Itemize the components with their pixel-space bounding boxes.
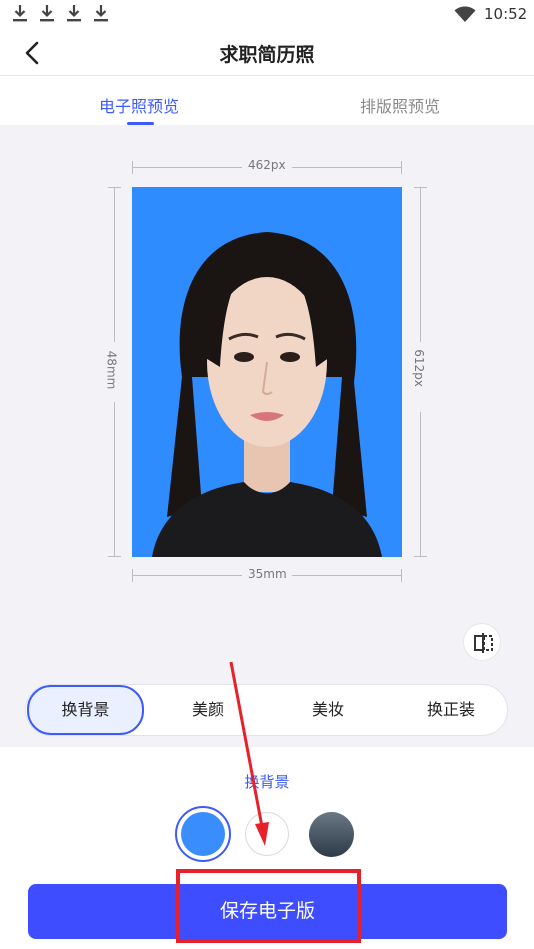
download-icon [40, 5, 54, 22]
tab-formal-wear[interactable]: 换正装 [411, 685, 491, 735]
dimension-tick [132, 161, 133, 174]
id-photo [132, 187, 402, 557]
dimension-tick [414, 187, 427, 188]
dimension-tick [401, 161, 402, 174]
download-icon [94, 5, 108, 22]
app-header: 求职简历照 [0, 30, 534, 76]
dimension-line [114, 402, 115, 557]
tab-change-background[interactable]: 换背景 [27, 685, 144, 735]
dimension-line [292, 167, 402, 168]
compare-button[interactable] [463, 623, 501, 661]
height-mm-label: 48mm [104, 350, 119, 390]
dimension-tick [108, 556, 121, 557]
page-title: 求职简历照 [219, 44, 315, 66]
download-icon [13, 5, 27, 22]
height-px-label: 612px [411, 349, 426, 387]
dimension-tick [401, 569, 402, 582]
portrait-illustration [152, 232, 382, 557]
dimension-tick [108, 187, 121, 188]
dimension-tick [132, 569, 133, 582]
width-mm-label: 35mm [248, 567, 287, 581]
dimension-tick [414, 556, 427, 557]
notification-icons [12, 4, 109, 24]
panel-title: 换背景 [244, 773, 290, 791]
wifi-icon [454, 6, 476, 22]
width-px-label: 462px [248, 158, 286, 172]
background-swatch-gradient[interactable] [309, 812, 354, 857]
photo-preview-area: 462px 35mm 48mm 612px 换背景 美颜 美妆 换正装 [0, 125, 534, 747]
download-icon [67, 5, 81, 22]
tab-beauty[interactable]: 美颜 [176, 685, 240, 735]
edit-mode-tabs: 换背景 美颜 美妆 换正装 [25, 684, 508, 736]
dimension-line [420, 412, 421, 557]
status-bar: 10:52 [0, 0, 534, 30]
tab-electronic-preview[interactable]: 电子照预览 [99, 93, 179, 117]
dimension-line [114, 187, 115, 342]
preview-tabs: 电子照预览 排版照预览 [0, 77, 534, 125]
background-swatch-white[interactable] [245, 812, 289, 856]
annotation-highlight-box [176, 869, 361, 943]
dimension-line [292, 575, 402, 576]
dimension-line [132, 167, 242, 168]
dimension-line [132, 575, 242, 576]
status-time: 10:52 [484, 5, 528, 23]
compare-icon [474, 633, 493, 653]
tab-makeup[interactable]: 美妆 [296, 685, 360, 735]
dimension-line [420, 187, 421, 342]
tab-layout-preview[interactable]: 排版照预览 [360, 93, 440, 117]
background-swatch-blue[interactable] [181, 812, 225, 856]
